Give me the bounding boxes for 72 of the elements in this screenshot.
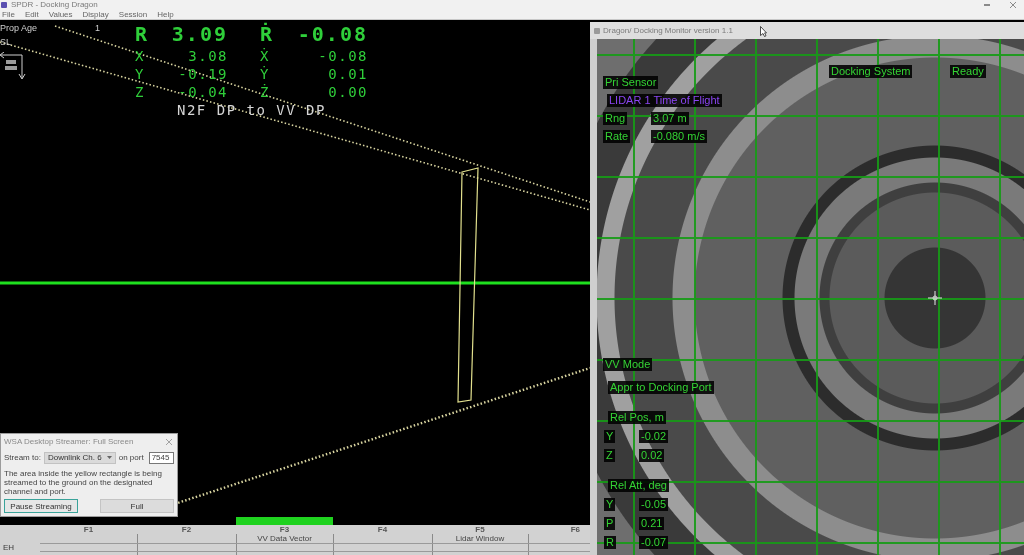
frame-label: SL xyxy=(0,37,11,47)
axis-rate-label: Ẏ xyxy=(260,65,271,83)
function-key[interactable]: F4 xyxy=(333,517,432,543)
sensor-name: LIDAR 1 Time of Flight xyxy=(607,94,722,107)
reading-label: Rng xyxy=(603,112,628,125)
axis-rate-label: Ż xyxy=(260,83,271,101)
velocity-value: 0.01 xyxy=(328,65,368,83)
axis-value: 0.21 xyxy=(639,517,665,530)
reading-value: -0.080 m/s xyxy=(651,130,707,143)
axis-label: Z xyxy=(604,449,615,462)
position-value: -0.04 xyxy=(178,83,228,101)
window-title: Dragon/ Docking Monitor version 1.1 xyxy=(603,26,733,35)
axis-rate-label: Ẋ xyxy=(260,47,271,65)
window-icon xyxy=(594,27,600,34)
dialog-button[interactable]: Pause Streaming xyxy=(4,499,78,513)
axis-frame-icon xyxy=(0,52,26,80)
dialog-title: WSA Desktop Streamer: Full Screen xyxy=(4,437,134,446)
axis-value: 0.02 xyxy=(639,449,665,462)
app-icon xyxy=(1,2,7,8)
function-key[interactable]: F6 xyxy=(528,517,590,543)
prop-age-label: Prop Age xyxy=(0,23,39,33)
menu-item[interactable]: Session xyxy=(118,9,148,20)
section-heading: Rel Att, deg xyxy=(608,479,669,492)
function-key[interactable]: F3 VV Data Vector xyxy=(236,517,333,543)
close-icon[interactable] xyxy=(166,438,172,445)
channel-dropdown[interactable]: Downlink Ch. 6 xyxy=(43,451,116,464)
range-label: R xyxy=(135,21,151,47)
reading-label: Rate xyxy=(603,130,631,143)
axis-value: -0.02 xyxy=(639,430,669,443)
function-key[interactable]: F5 Lidar Window xyxy=(432,517,528,543)
mode-heading: VV Mode xyxy=(603,358,653,371)
range-rate-value: -0.08 xyxy=(297,21,368,47)
crosshair-icon xyxy=(928,291,942,305)
axis-label: P xyxy=(604,517,616,530)
mode-value: Appr to Docking Port xyxy=(608,381,714,394)
caret-icon xyxy=(106,456,112,459)
close-icon[interactable] xyxy=(1010,2,1016,8)
sensor-heading: Pri Sensor xyxy=(603,76,659,89)
section-heading: Rel Pos, m xyxy=(608,411,666,424)
row-label: EH xyxy=(2,543,15,552)
menu-item[interactable]: Values xyxy=(48,9,73,20)
axis-label: R xyxy=(604,536,616,549)
stream-to-label: Stream to: xyxy=(4,453,41,462)
reference-frame-label: N2F DP to VV DP xyxy=(177,101,326,119)
menu-item[interactable]: File xyxy=(2,9,15,20)
axis-label: Y xyxy=(604,430,616,443)
window-title: SPDR - Docking Dragon xyxy=(11,0,98,10)
position-value: 3.08 xyxy=(188,47,228,65)
function-key[interactable]: F1 xyxy=(40,517,137,543)
docking-status: Ready xyxy=(950,65,986,78)
reading-value: 3.07 m xyxy=(651,112,689,125)
mouse-pointer-icon xyxy=(760,26,767,37)
dialog-button[interactable]: Full xyxy=(100,499,174,513)
menu-item[interactable]: Display xyxy=(82,9,109,20)
range-rate-label: Ṙ xyxy=(260,21,276,47)
docking-system-label: Docking System xyxy=(829,65,913,78)
port-label: on port xyxy=(118,453,144,462)
dialog-description: The area inside the yellow rectangle is being streamed to the ground on the designated channel and port. xyxy=(4,469,163,496)
axis-label: Y xyxy=(604,498,616,511)
menu-item[interactable]: Edit xyxy=(24,9,39,20)
function-key[interactable]: F2 xyxy=(137,517,236,543)
port-field[interactable]: 7545 xyxy=(148,451,174,464)
axis-label: X xyxy=(135,47,146,65)
velocity-value: 0.00 xyxy=(328,83,368,101)
range-value: 3.09 xyxy=(171,21,228,47)
axis-value: -0.07 xyxy=(639,536,669,549)
axis-label: Y xyxy=(135,65,146,83)
velocity-value: -0.08 xyxy=(318,47,368,65)
menu-item[interactable]: Help xyxy=(157,9,174,20)
prop-age-value: 1 xyxy=(95,23,100,33)
axis-label: Z xyxy=(135,83,146,101)
axis-value: -0.05 xyxy=(639,498,669,511)
